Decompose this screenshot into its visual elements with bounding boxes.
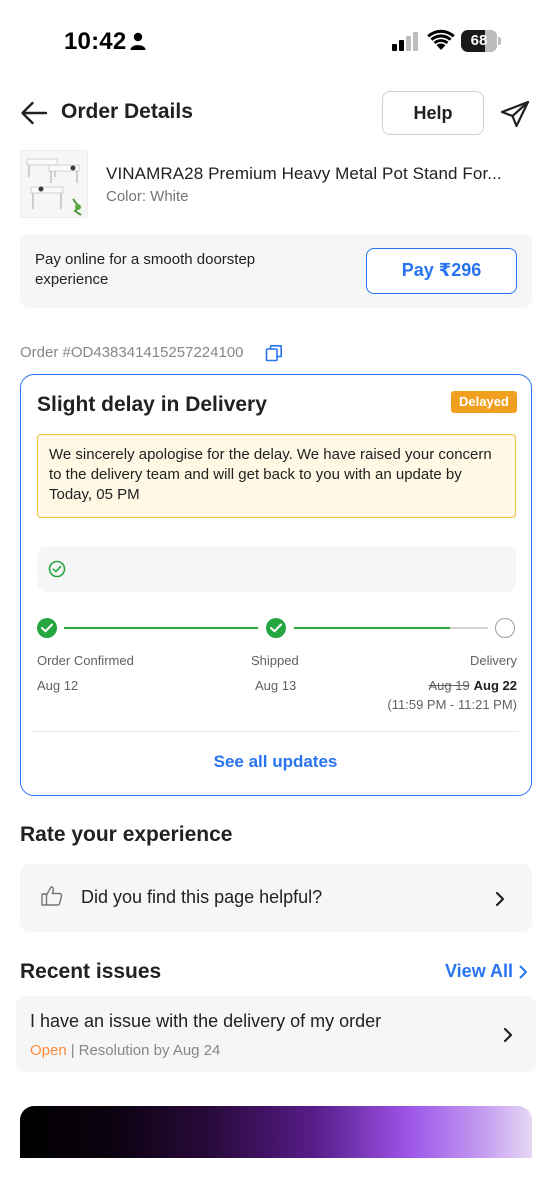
track-line-remaining bbox=[450, 627, 488, 629]
recent-issues-title: Recent issues bbox=[20, 960, 162, 983]
back-arrow-icon[interactable] bbox=[20, 100, 48, 126]
step-label-shipped: Shipped bbox=[251, 653, 299, 668]
pay-online-text: Pay online for a smooth doorstep experie… bbox=[35, 251, 256, 288]
delivery-status-card: Slight delay in Delivery Delayed We sinc… bbox=[20, 374, 532, 796]
product-name[interactable]: VINAMRA28 Premium Heavy Metal Pot Stand … bbox=[106, 164, 532, 184]
product-image[interactable] bbox=[20, 150, 88, 218]
page-helpful-question: Did you find this page helpful? bbox=[81, 887, 323, 907]
wifi-icon bbox=[427, 29, 455, 50]
step-date-shipped: Aug 13 bbox=[255, 678, 297, 693]
promo-banner[interactable] bbox=[20, 1106, 532, 1158]
delivery-status-title: Slight delay in Delivery bbox=[37, 393, 267, 416]
step-date-confirmed: Aug 12 bbox=[37, 678, 79, 693]
step-shipped-check-icon bbox=[266, 618, 286, 638]
see-all-updates-link[interactable]: See all updates bbox=[21, 752, 530, 772]
header: Order Details Help bbox=[0, 88, 552, 138]
thumbs-up-icon bbox=[41, 886, 63, 906]
issue-text: I have an issue with the delivery of my … bbox=[30, 1011, 382, 1031]
battery-level: 68 bbox=[470, 32, 488, 49]
pot-stand-image bbox=[26, 158, 82, 216]
person-icon bbox=[130, 32, 146, 50]
view-all-issues-link[interactable]: View All bbox=[445, 961, 513, 982]
copy-icon[interactable] bbox=[265, 344, 283, 362]
issue-resolution-date: Resolution by Aug 24 bbox=[78, 1042, 221, 1059]
step-label-delivery: Delivery bbox=[470, 653, 517, 668]
status-time: 10:42 bbox=[64, 28, 127, 55]
issue-meta: Open | Resolution by Aug 24 bbox=[30, 1042, 220, 1059]
step-delivery-pending-icon bbox=[495, 618, 515, 638]
step-date-delivery: Aug 19 Aug 22 bbox=[428, 678, 517, 693]
issue-card[interactable]: I have an issue with the delivery of my … bbox=[16, 996, 536, 1072]
pay-button[interactable]: Pay ₹296 bbox=[366, 248, 517, 294]
issue-separator: | bbox=[70, 1042, 75, 1059]
track-line-shipped-progress bbox=[294, 627, 450, 629]
original-delivery-date: Aug 19 bbox=[428, 678, 470, 693]
view-all-chevron-icon[interactable] bbox=[518, 965, 528, 979]
step-label-confirmed: Order Confirmed bbox=[37, 653, 134, 668]
chevron-right-icon bbox=[495, 891, 505, 907]
product-color: Color: White bbox=[106, 188, 189, 205]
delayed-badge: Delayed bbox=[451, 391, 517, 413]
revised-delivery-date: Aug 22 bbox=[473, 678, 517, 693]
track-line-confirmed-shipped bbox=[64, 627, 258, 629]
page-helpful-card[interactable]: Did you find this page helpful? bbox=[20, 864, 532, 932]
delivery-time-window: (11:59 PM - 11:21 PM) bbox=[387, 697, 517, 712]
chevron-right-icon bbox=[503, 1027, 513, 1043]
signal-icon bbox=[392, 32, 418, 51]
order-tracker[interactable]: Order Confirmed Shipped Delivery Aug 12 … bbox=[21, 615, 533, 715]
order-id: Order #OD438341415257224100 bbox=[20, 344, 244, 361]
divider bbox=[31, 731, 519, 732]
check-circle-icon bbox=[48, 560, 66, 578]
share-icon[interactable] bbox=[500, 100, 530, 128]
issue-status: Open bbox=[30, 1042, 67, 1059]
status-bar: 10:42 68 bbox=[0, 0, 552, 80]
delay-apology-message: We sincerely apologise for the delay. We… bbox=[37, 434, 516, 518]
rate-experience-title: Rate your experience bbox=[20, 823, 233, 846]
status-strip bbox=[37, 546, 516, 592]
page-title: Order Details bbox=[61, 100, 193, 123]
pay-online-banner: Pay online for a smooth doorstep experie… bbox=[20, 234, 532, 308]
step-confirmed-check-icon bbox=[37, 618, 57, 638]
battery-icon: 68 bbox=[461, 30, 501, 52]
help-button[interactable]: Help bbox=[382, 91, 484, 135]
order-id-row: Order #OD438341415257224100 bbox=[20, 344, 282, 364]
product-row[interactable]: VINAMRA28 Premium Heavy Metal Pot Stand … bbox=[20, 150, 532, 218]
